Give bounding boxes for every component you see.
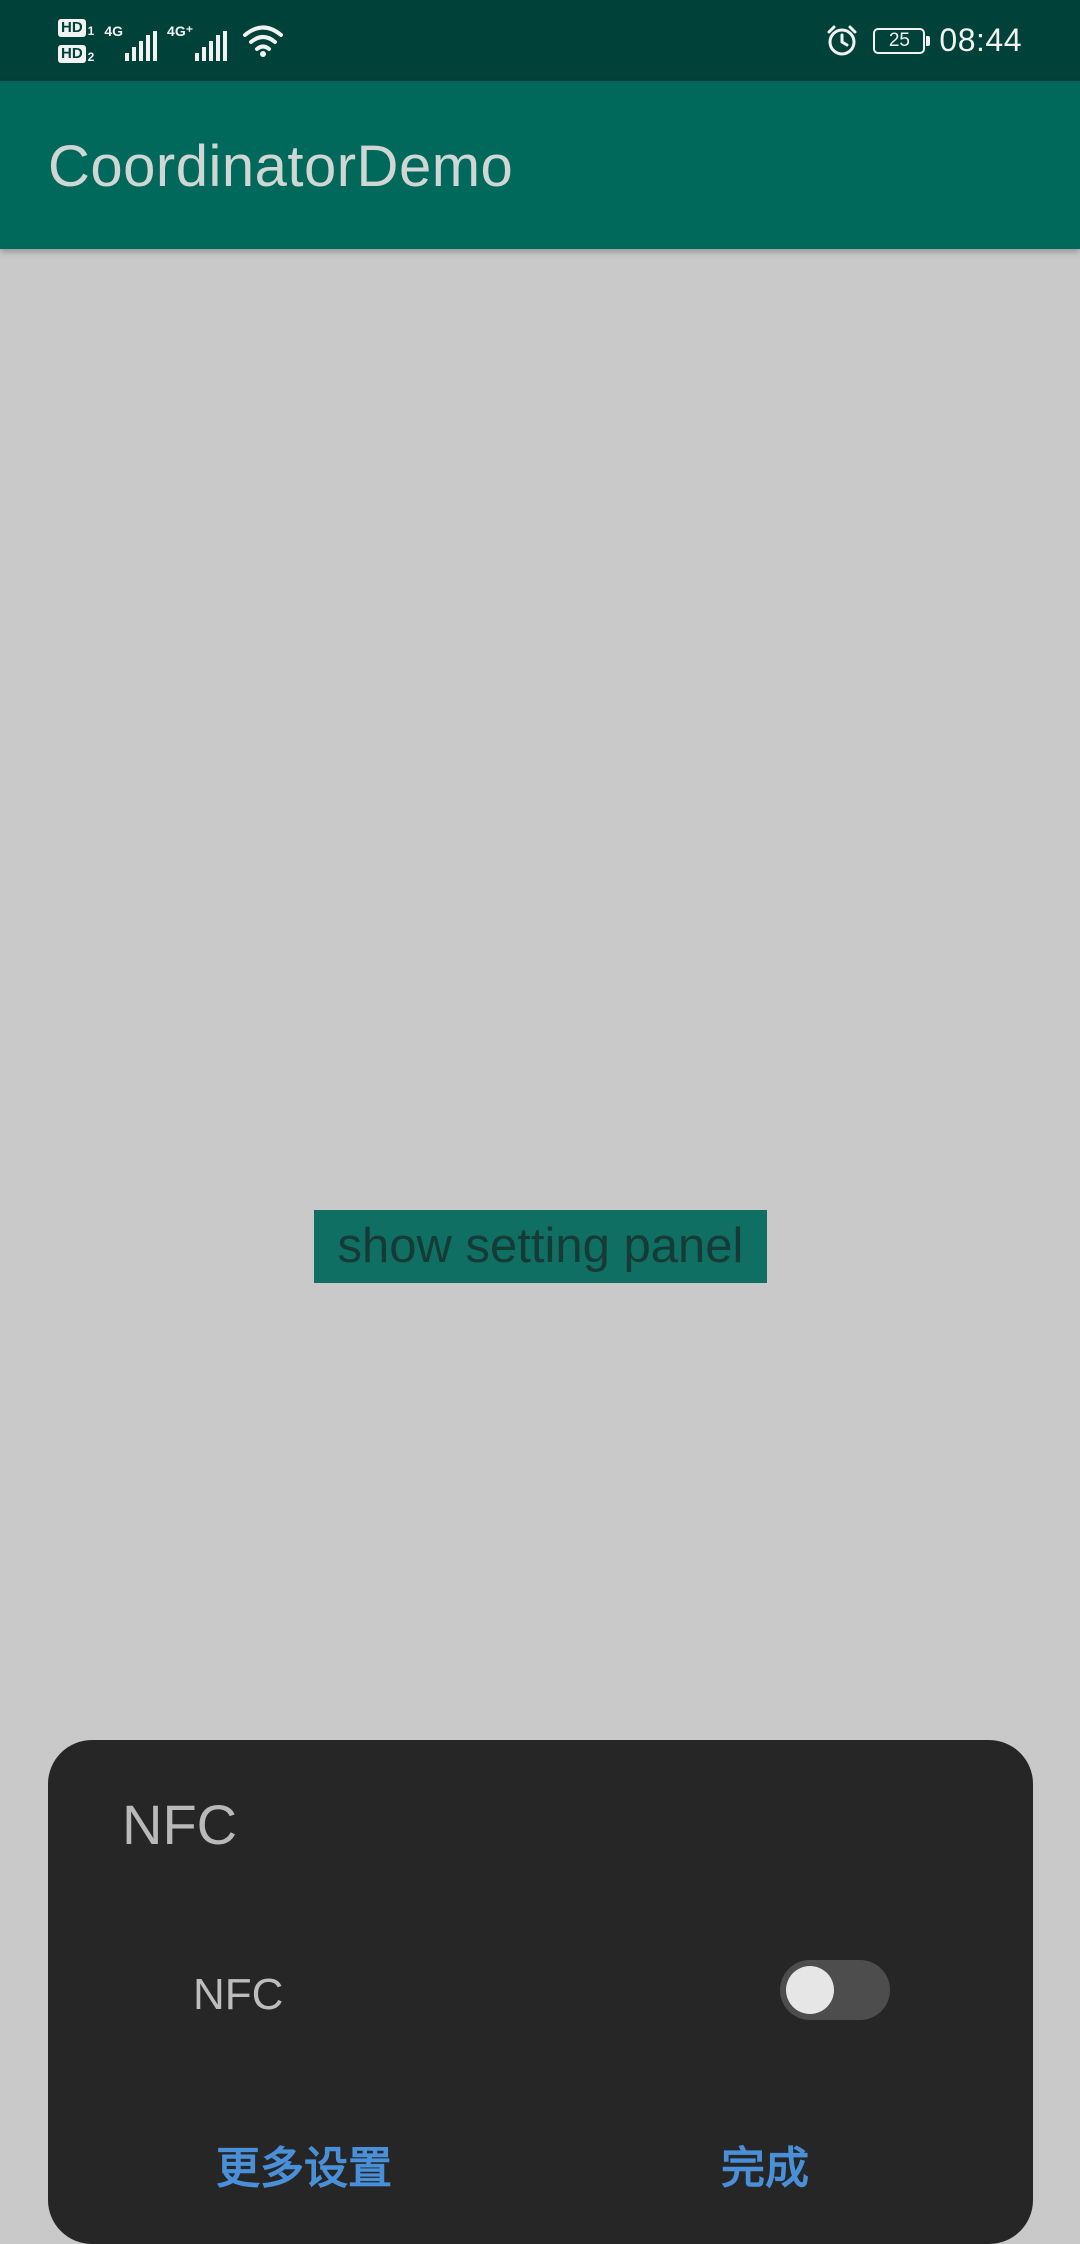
sim2-index: 2 (87, 50, 95, 64)
panel-title: NFC (122, 1793, 238, 1856)
battery-level: 25 (888, 29, 910, 51)
status-right-group: 25 08:44 (825, 0, 1022, 81)
wifi-icon (243, 25, 284, 57)
status-bar: HD 1 HD 2 4G 4G⁺ 25 08:44 (0, 0, 1080, 81)
nfc-label: NFC (193, 1970, 284, 2019)
app-title: CoordinatorDemo (48, 134, 514, 199)
signal-icon (195, 31, 228, 61)
status-left-group: HD 1 HD 2 4G 4G⁺ (58, 10, 284, 72)
hd-badge-sim2: HD 2 (58, 45, 94, 63)
show-setting-panel-button[interactable]: show setting panel (314, 1210, 767, 1283)
hd-badges: HD 1 HD 2 (58, 19, 94, 63)
more-settings-button[interactable]: 更多设置 (216, 2132, 392, 2196)
network-sim2: 4G⁺ (167, 21, 228, 61)
hd-label-sim1: HD (58, 19, 86, 37)
sim1-index: 1 (87, 24, 95, 38)
nfc-setting-row[interactable]: NFC (48, 1950, 1033, 2060)
nfc-settings-panel: NFC NFC 更多设置 完成 (48, 1740, 1033, 2244)
network-type-sim2: 4G⁺ (167, 23, 194, 39)
signal-icon (125, 31, 158, 61)
app-bar: CoordinatorDemo (0, 81, 1080, 249)
battery-icon: 25 (873, 27, 931, 54)
hd-badge-sim1: HD 1 (58, 19, 94, 37)
hd-label-sim2: HD (58, 45, 86, 63)
network-type-sim1: 4G (104, 23, 124, 39)
toggle-knob (786, 1966, 834, 2014)
done-button[interactable]: 完成 (721, 2132, 809, 2196)
nfc-toggle[interactable] (780, 1960, 890, 2020)
clock: 08:44 (939, 22, 1022, 58)
network-sim1: 4G (104, 21, 158, 61)
alarm-icon (827, 25, 857, 55)
